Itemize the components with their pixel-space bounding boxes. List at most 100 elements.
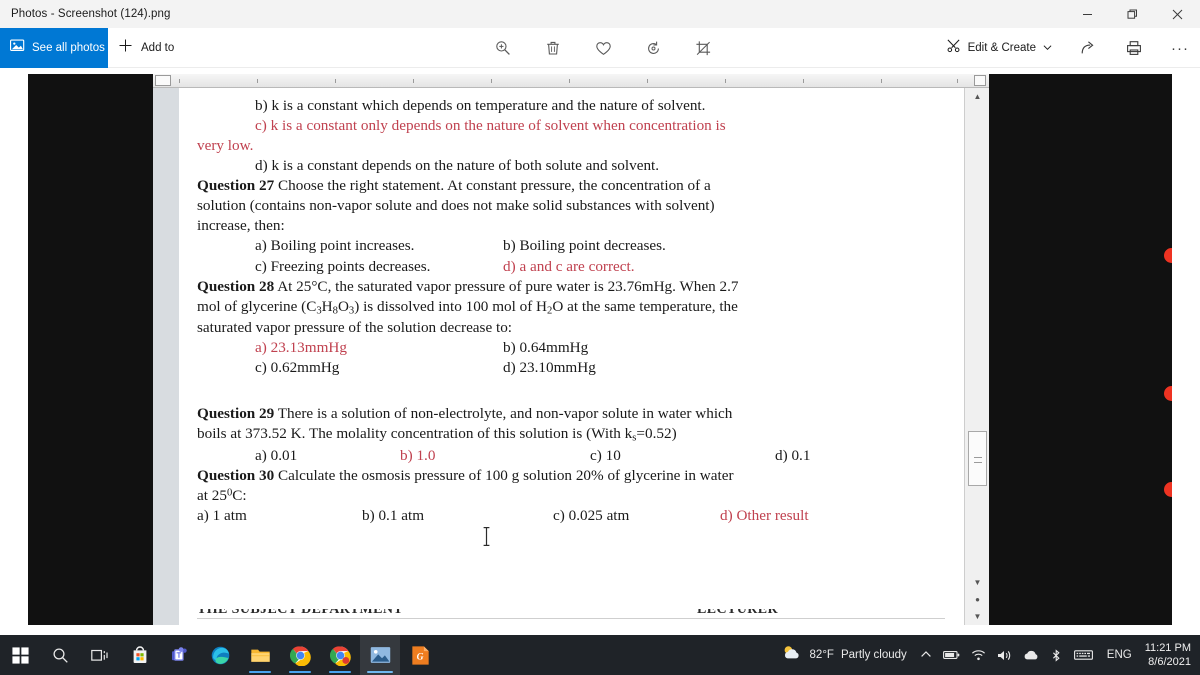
red-marker-dot (1164, 482, 1172, 497)
chrome-button[interactable] (280, 635, 320, 675)
see-all-photos-label: See all photos (32, 42, 105, 54)
q29-stem-line1: Question 29 There is a solution of non-e… (197, 404, 948, 424)
search-button[interactable] (40, 635, 80, 675)
weather-widget[interactable]: 82°F Partly cloudy (781, 644, 907, 667)
previous-page-button[interactable]: ● (965, 591, 990, 608)
active-indicator (367, 670, 393, 673)
microsoft-edge-button[interactable] (200, 635, 240, 675)
system-tray: 82°F Partly cloudy ENG 11:21 PM 8/6/2021 (781, 635, 1200, 675)
edit-create-icon (946, 38, 961, 58)
onedrive-icon[interactable] (1023, 649, 1039, 661)
show-hidden-icons[interactable] (920, 649, 932, 661)
q30-options-row: a) 1 atm b) 0.1 atm c) 0.025 atm d) Othe… (197, 506, 948, 526)
q29-number: 29 (259, 405, 275, 423)
document-text-body[interactable]: b) k is a constant which depends on temp… (179, 88, 964, 625)
partly-cloudy-icon (781, 644, 803, 667)
delete-icon[interactable] (543, 38, 563, 58)
edit-create-label: Edit & Create (967, 42, 1036, 54)
clock[interactable]: 11:21 PM 8/6/2021 (1145, 641, 1191, 669)
q30-option-a: a) 1 atm (197, 506, 247, 524)
edit-create-button[interactable]: Edit & Create (946, 38, 1052, 58)
language-indicator[interactable]: ENG (1107, 649, 1132, 661)
q29-option-a: a) 0.01 (255, 446, 298, 464)
ruler-tab-selector[interactable] (155, 75, 171, 86)
footer-lecturer: LECTURER (697, 609, 778, 617)
q28-options-row1: a) 23.13mmHg b) 0.64mmHg (197, 338, 948, 358)
next-page-button[interactable]: ▼ (965, 608, 990, 625)
q27-label: Question (197, 177, 256, 195)
wifi-icon[interactable] (971, 649, 986, 661)
keyboard-icon[interactable] (1073, 649, 1093, 661)
photos-collection-icon (10, 38, 25, 58)
image-viewer[interactable]: b) k is a constant which depends on temp… (0, 69, 1200, 635)
volume-icon[interactable] (997, 649, 1012, 662)
q27-option-b: b) Boiling point decreases. (503, 237, 666, 255)
red-marker-dot (1164, 248, 1172, 263)
q30-stem-text2b: C: (232, 486, 247, 504)
q28-option-b: b) 0.64mmHg (503, 339, 589, 357)
q28-label: Question (197, 277, 256, 295)
q28-stem-text2a: mol of glycerine (C (197, 297, 317, 315)
q28-option-d: d) 23.10mmHg (503, 359, 596, 377)
q27-option-d: d) a and c are correct. (503, 257, 635, 275)
q29-options-row: a) 0.01 b) 1.0 c) 10 d) 0.1 (197, 446, 948, 466)
q28-option-c: c) 0.62mmHg (255, 359, 340, 377)
crop-icon[interactable] (693, 38, 713, 58)
share-icon[interactable] (1078, 38, 1098, 58)
microsoft-store-button[interactable] (120, 635, 160, 675)
q30-number: 30 (259, 466, 275, 484)
q28-stem-line2: mol of glycerine (C3H8O3) is dissolved i… (197, 297, 948, 318)
command-bar: See all photos Add to Edit & Create ··· (0, 28, 1200, 68)
scroll-up-button[interactable]: ▲ (965, 88, 990, 105)
bluetooth-icon[interactable] (1050, 648, 1063, 662)
file-explorer-button[interactable] (240, 635, 280, 675)
document-footer: THE SUBJECT DEPARTMENT LECTURER (197, 609, 945, 625)
zoom-icon[interactable] (493, 38, 513, 58)
footer-department: THE SUBJECT DEPARTMENT (197, 609, 404, 617)
q28-stem-line3: saturated vapor pressure of the solution… (197, 318, 513, 336)
text-cursor-ibeam (482, 526, 491, 547)
see-all-photos-button[interactable]: See all photos (0, 28, 108, 68)
running-indicator (289, 670, 311, 673)
q29-option-b: b) 1.0 (400, 446, 436, 464)
svg-text:G: G (416, 652, 423, 662)
q27-stem-line1: Question 27 Choose the right statement. … (197, 176, 948, 196)
start-button[interactable] (0, 635, 40, 675)
windows-taskbar: G 82°F Partly cloudy ENG 11:21 PM 8/6/20… (0, 635, 1200, 675)
scrollbar-thumb[interactable] (968, 431, 987, 486)
q27-number: 27 (259, 177, 275, 195)
q30-option-d: d) Other result (720, 506, 809, 524)
print-icon[interactable] (1124, 38, 1144, 58)
window-controls (1065, 0, 1200, 28)
rotate-icon[interactable] (643, 38, 663, 58)
red-marker-dot (1164, 386, 1172, 401)
more-icon[interactable]: ··· (1170, 38, 1190, 58)
q28-stem-text2c: O (337, 297, 349, 315)
scroll-down-button[interactable]: ▼ (965, 574, 990, 591)
document-scrollbar[interactable]: ▲ ▼ ● ▼ (964, 88, 989, 625)
taskbar-app-buttons: G (0, 635, 440, 675)
q29-option-d: d) 0.1 (775, 446, 811, 464)
restore-button[interactable] (1110, 0, 1155, 28)
gimp-button[interactable]: G (400, 635, 440, 675)
battery-icon[interactable] (942, 649, 960, 661)
document-left-margin (153, 88, 179, 625)
photos-button[interactable] (360, 635, 400, 675)
window-title: Photos - Screenshot (124).png (11, 8, 171, 20)
add-to-button[interactable]: Add to (118, 28, 174, 68)
q26-option-c: c) k is a constant only depends on the n… (255, 117, 726, 135)
task-view-button[interactable] (80, 635, 120, 675)
q28-options-row2: c) 0.62mmHg d) 23.10mmHg (197, 358, 948, 378)
clock-time: 11:21 PM (1144, 641, 1191, 654)
q30-stem-line1: Question 30 Calculate the osmosis pressu… (197, 466, 948, 486)
heart-icon[interactable] (593, 38, 613, 58)
minimize-button[interactable] (1065, 0, 1110, 28)
q28-stem-text2e: O at the same temperature, the (552, 297, 738, 315)
close-button[interactable] (1155, 0, 1200, 28)
document-ruler (153, 74, 989, 88)
chrome-2-button[interactable] (320, 635, 360, 675)
microsoft-teams-button[interactable] (160, 635, 200, 675)
q28-stem-text2d: ) is dissolved into 100 mol of H (354, 297, 548, 315)
